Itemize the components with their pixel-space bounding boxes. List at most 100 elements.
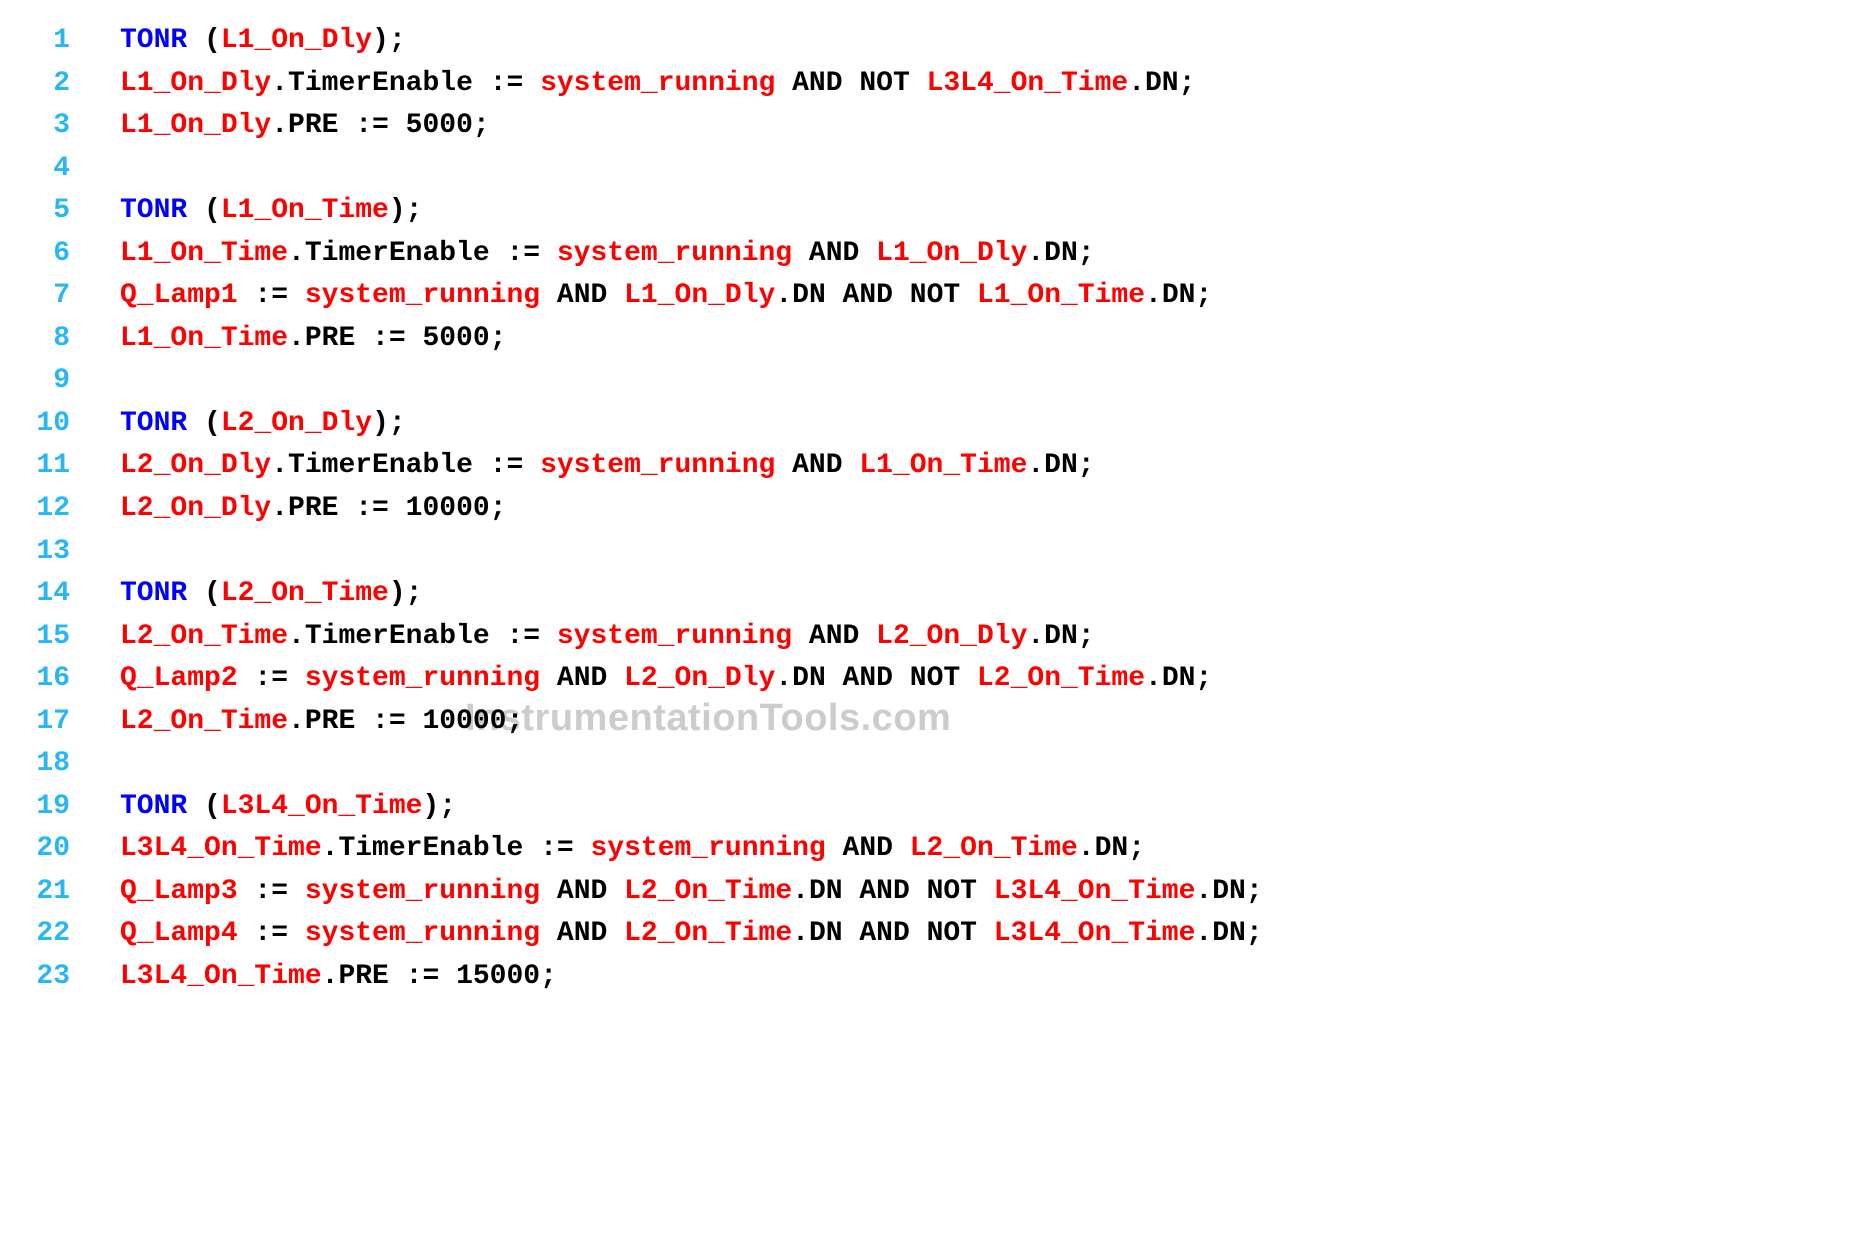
code-token: (	[187, 578, 221, 609]
code-token: AND	[792, 238, 876, 269]
code-token: .DN;	[1027, 238, 1094, 269]
code-token: L3L4_On_Time	[994, 918, 1196, 949]
line-number: 22	[10, 913, 70, 956]
code-token: .DN;	[1145, 280, 1212, 311]
code-line: 6 L1_On_Time.TimerEnable := system_runnin…	[10, 233, 1842, 276]
code-token: L1_On_Time	[977, 280, 1145, 311]
line-content: TONR (L2_On_Dly);	[120, 403, 406, 446]
code-token: TONR	[120, 578, 187, 609]
line-content: L2_On_Dly.TimerEnable := system_running …	[120, 445, 1095, 488]
code-token: .DN;	[1145, 663, 1212, 694]
line-number: 11	[10, 445, 70, 488]
code-token: L1_On_Time	[120, 238, 288, 269]
code-line: 4	[10, 148, 1842, 191]
code-token: (	[187, 408, 221, 439]
code-token: system_running	[305, 876, 540, 907]
line-content: L1_On_Dly.PRE := 5000;	[120, 105, 490, 148]
code-token: L1_On_Time	[859, 450, 1027, 481]
code-token: TONR	[120, 408, 187, 439]
code-token: L2_On_Dly	[221, 408, 372, 439]
code-line: 5TONR (L1_On_Time);	[10, 190, 1842, 233]
line-number: 23	[10, 956, 70, 999]
code-token: Q_Lamp1	[120, 280, 238, 311]
line-content: Q_Lamp1 := system_running AND L1_On_Dly.…	[120, 275, 1212, 318]
code-token: .PRE := 5000;	[271, 110, 489, 141]
code-token: );	[389, 195, 423, 226]
code-token: system_running	[305, 663, 540, 694]
line-content: L1_On_Time.TimerEnable := system_running…	[120, 233, 1095, 276]
line-number: 12	[10, 488, 70, 531]
code-line: 13	[10, 531, 1842, 574]
code-token: AND	[540, 876, 624, 907]
code-line: 14TONR (L2_On_Time);	[10, 573, 1842, 616]
code-token: L2_On_Time	[120, 621, 288, 652]
code-token: L2_On_Time	[977, 663, 1145, 694]
code-token: .DN AND NOT	[775, 280, 977, 311]
line-content: L3L4_On_Time.PRE := 15000;	[120, 956, 557, 999]
line-number: 17	[10, 701, 70, 744]
code-token: L1_On_Dly	[624, 280, 775, 311]
line-content: L3L4_On_Time.TimerEnable := system_runni…	[120, 828, 1145, 871]
code-editor: InstrumentationTools.com 1TONR (L1_On_Dl…	[10, 20, 1842, 999]
code-token: AND	[792, 621, 876, 652]
code-token: L2_On_Dly	[120, 450, 271, 481]
code-token: .DN;	[1128, 68, 1195, 99]
code-token: TONR	[120, 791, 187, 822]
code-token: .DN;	[1078, 833, 1145, 864]
line-number: 9	[10, 360, 70, 403]
line-content: TONR (L1_On_Time);	[120, 190, 422, 233]
code-line: 16Q_Lamp2 := system_running AND L2_On_Dl…	[10, 658, 1842, 701]
code-token: .DN AND NOT	[792, 918, 994, 949]
code-token: AND	[775, 450, 859, 481]
code-line: 15L2_On_Time.TimerEnable := system_runni…	[10, 616, 1842, 659]
code-token: Q_Lamp2	[120, 663, 238, 694]
line-number: 21	[10, 871, 70, 914]
code-token: :=	[238, 663, 305, 694]
code-token: .TimerEnable :=	[322, 833, 591, 864]
code-token: system_running	[540, 450, 775, 481]
line-content: Q_Lamp2 := system_running AND L2_On_Dly.…	[120, 658, 1212, 701]
code-line: 7 Q_Lamp1 := system_running AND L1_On_Dly…	[10, 275, 1842, 318]
code-token: );	[389, 578, 423, 609]
line-number: 6	[10, 233, 70, 276]
code-line: 21Q_Lamp3 := system_running AND L2_On_Ti…	[10, 871, 1842, 914]
code-token: AND	[540, 918, 624, 949]
code-token: .TimerEnable :=	[288, 238, 557, 269]
code-line: 22Q_Lamp4 := system_running AND L2_On_Ti…	[10, 913, 1842, 956]
code-line: 1 TONR (L1_On_Dly);	[10, 20, 1842, 63]
code-line: 11 L2_On_Dly.TimerEnable := system_runnin…	[10, 445, 1842, 488]
code-token: Q_Lamp4	[120, 918, 238, 949]
code-token: .DN;	[1027, 621, 1094, 652]
line-number: 7	[10, 275, 70, 318]
line-content: L1_On_Dly.TimerEnable := system_running …	[120, 63, 1195, 106]
code-token: TONR	[120, 195, 187, 226]
code-token: .TimerEnable :=	[271, 68, 540, 99]
code-token: system_running	[305, 918, 540, 949]
code-token: .TimerEnable :=	[271, 450, 540, 481]
code-token: L2_On_Dly	[624, 663, 775, 694]
line-number: 14	[10, 573, 70, 616]
code-token: L2_On_Dly	[876, 621, 1027, 652]
code-line: 20L3L4_On_Time.TimerEnable := system_run…	[10, 828, 1842, 871]
line-number: 1	[10, 20, 70, 63]
line-number: 2	[10, 63, 70, 106]
code-token: (	[187, 195, 221, 226]
code-token: L1_On_Dly	[876, 238, 1027, 269]
line-number: 19	[10, 786, 70, 829]
code-token: L1_On_Dly	[120, 110, 271, 141]
code-token: L3L4_On_Time	[221, 791, 423, 822]
line-content: L2_On_Dly.PRE := 10000;	[120, 488, 506, 531]
code-token: system_running	[540, 68, 775, 99]
code-token: :=	[238, 876, 305, 907]
code-token: .PRE := 15000;	[322, 961, 557, 992]
line-content: TONR (L1_On_Dly);	[120, 20, 406, 63]
code-token: :=	[238, 280, 305, 311]
code-token: );	[422, 791, 456, 822]
code-token: AND	[540, 280, 624, 311]
code-line: 12 L2_On_Dly.PRE := 10000;	[10, 488, 1842, 531]
code-token: .DN;	[1027, 450, 1094, 481]
code-token: .DN;	[1195, 918, 1262, 949]
code-token: L3L4_On_Time	[120, 961, 322, 992]
code-token: L2_On_Time	[120, 706, 288, 737]
code-token: L3L4_On_Time	[120, 833, 322, 864]
